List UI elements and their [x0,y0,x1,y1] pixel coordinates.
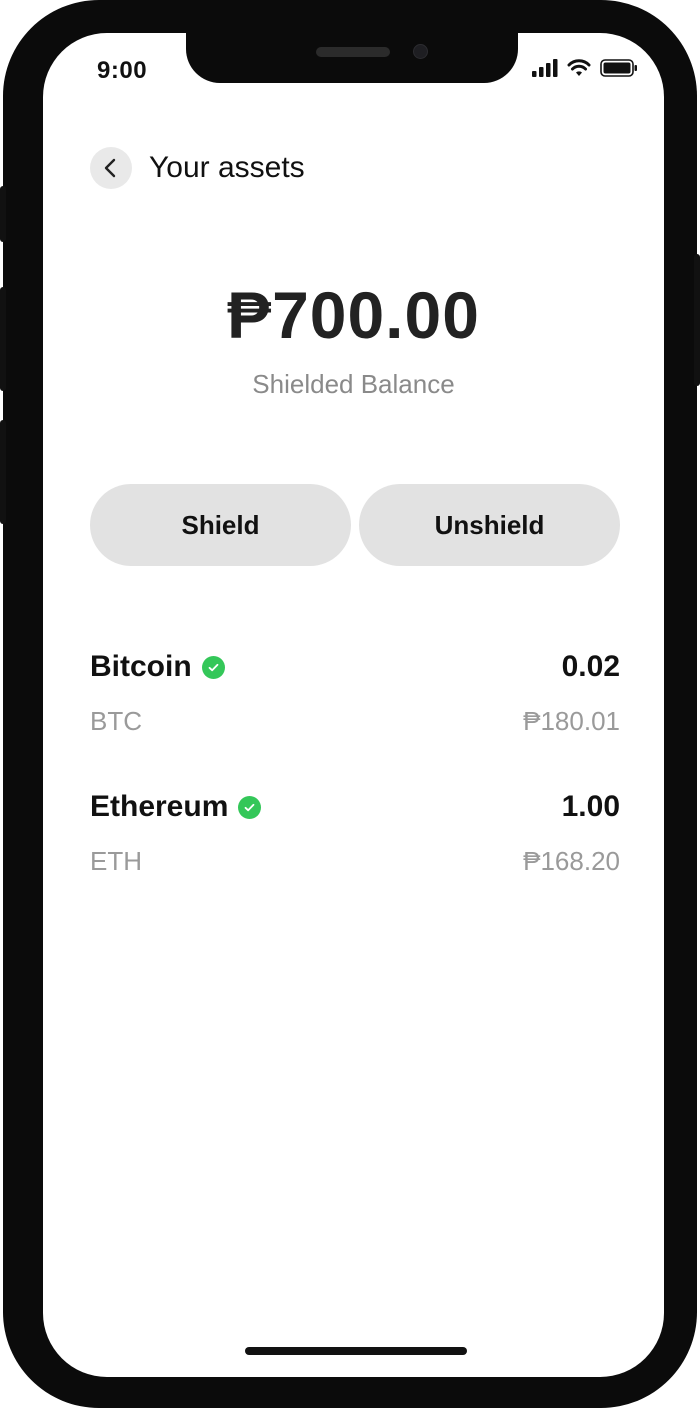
cellular-signal-icon [532,59,558,77]
back-button[interactable] [90,147,132,189]
battery-icon [600,59,637,77]
front-camera [413,44,428,59]
status-time: 9:00 [97,57,148,84]
action-buttons: Shield Unshield [90,484,620,566]
speaker-grille [316,47,390,57]
unshield-button[interactable]: Unshield [359,484,620,566]
balance-label: Shielded Balance [252,369,455,399]
shield-button[interactable]: Shield [90,484,351,566]
asset-amount: 1.00 [561,790,620,823]
screen: 9:00 Your assets ₱700.00 Shielded Balanc… [43,33,664,1377]
asset-item-bitcoin[interactable]: Bitcoin 0.02 BTC ₱180.01 [90,650,620,737]
page-title: Your assets [149,151,305,184]
asset-symbol: ETH [90,846,142,876]
wifi-icon [567,59,591,76]
chevron-left-icon [104,158,116,178]
mute-switch [0,186,6,242]
asset-name: Ethereum [90,790,229,823]
volume-up-button [0,287,6,391]
volume-down-button [0,420,6,524]
phone-frame: 9:00 Your assets ₱700.00 Shielded Balanc… [0,0,700,1408]
header: Your assets [90,147,305,189]
asset-name-container: Ethereum [90,790,262,824]
asset-symbol: BTC [90,706,142,736]
asset-item-ethereum[interactable]: Ethereum 1.00 ETH ₱168.20 [90,790,620,877]
verified-check-icon [238,795,262,819]
asset-name: Bitcoin [90,650,192,683]
asset-amount: 0.02 [561,650,620,683]
status-icons [532,59,638,77]
asset-fiat-value: ₱180.01 [523,706,620,736]
verified-check-icon [201,655,225,679]
power-button [694,254,700,386]
notch [186,33,518,83]
asset-fiat-value: ₱168.20 [523,846,620,876]
asset-name-container: Bitcoin [90,650,225,684]
home-indicator[interactable] [245,1347,467,1355]
balance-amount: ₱700.00 [227,278,480,352]
